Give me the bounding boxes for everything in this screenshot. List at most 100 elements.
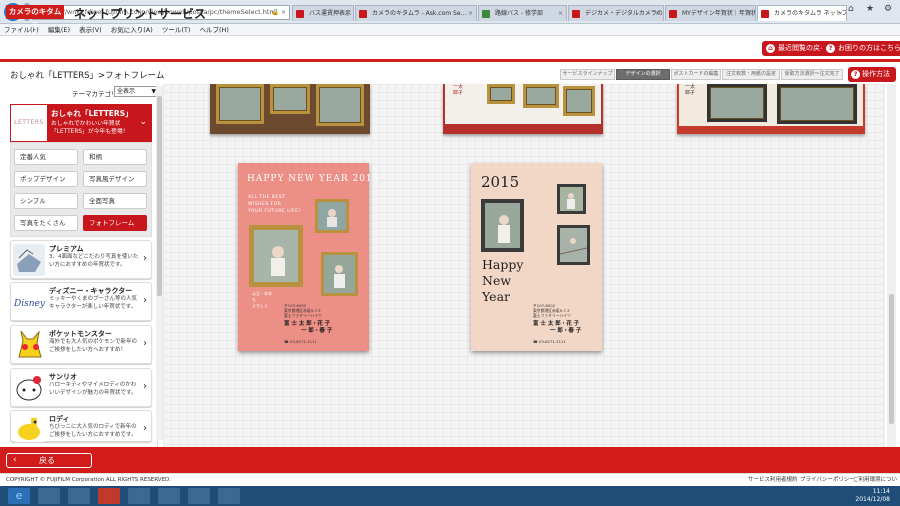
photo-frame-small (557, 184, 586, 214)
hello-kitty-icon (13, 372, 45, 404)
chevron-right-icon: › (143, 338, 147, 349)
card-tel: ☎ 03-6271-3111 (284, 339, 317, 344)
howto-button[interactable]: ? 操作方法 (848, 67, 896, 82)
tab-favicon (359, 10, 367, 18)
close-icon[interactable]: × (838, 6, 843, 21)
photo-frame-small (321, 252, 358, 296)
subcategory-japanese-pattern[interactable]: 和柄 (83, 149, 147, 165)
favorites-star-icon[interactable]: ★ (866, 4, 874, 14)
photo-frame-large (481, 199, 524, 252)
browser-tab[interactable]: MYデザイン年賀状｜年賀状... × (665, 5, 756, 21)
photo-frame (707, 84, 767, 122)
home-icon[interactable]: ⌂ (848, 4, 854, 14)
step-design-select: デザインの選択 (616, 69, 670, 80)
letters-title: おしゃれ「LETTERS」 (51, 109, 133, 118)
subcategory-pop[interactable]: ポップデザイン (14, 171, 78, 187)
menu-edit[interactable]: 編集(E) (48, 26, 70, 34)
pikachu-icon (13, 329, 45, 361)
chevron-right-icon: › (143, 295, 147, 306)
copyright-text: COPYRIGHT © FUJIFILM Corporation ALL RIG… (6, 477, 172, 483)
close-icon[interactable]: × (345, 6, 350, 21)
theme-rody[interactable]: ロディ ちびっこに大人気のロディで新年のご挨拶をしたい方におすすめです。 › (10, 410, 152, 442)
menu-help[interactable]: ヘルプ(H) (200, 26, 229, 34)
question-icon: ? (851, 70, 860, 79)
card-subtitle: ALL THE BEST WISHES FOR YOUR FUTURE LIFE! (248, 195, 301, 214)
browser-tab[interactable]: バス運賃押表示 - Ask.com S...× (292, 5, 354, 21)
media-icon[interactable] (98, 488, 120, 504)
window-icon[interactable] (188, 488, 210, 504)
browser-tab[interactable]: 路線バス - 修学部 × (478, 5, 567, 21)
disney-icon: Disney (13, 286, 46, 318)
premium-icon (13, 244, 45, 276)
photo-frame (563, 86, 595, 116)
photo-frame (777, 84, 857, 124)
explorer-icon[interactable] (38, 488, 60, 504)
card-greeting: Happy New Year (482, 257, 524, 304)
document-icon[interactable] (158, 488, 180, 504)
browser-tab[interactable]: カメラのキタムラ - Ask.com Se... × (355, 5, 477, 21)
close-icon[interactable]: × (468, 6, 473, 21)
files-icon[interactable] (128, 488, 150, 504)
tab-favicon (296, 10, 304, 18)
browser-tab[interactable]: デジカメ・デジタルカメラのことなら...× (568, 5, 664, 21)
chevron-right-icon: › (143, 253, 147, 264)
close-icon[interactable]: × (747, 6, 752, 21)
card-names: 富 士 太 郎・花 子一 郎・春 子 (284, 321, 333, 334)
footer-link-terms[interactable]: サービス利用者規約 (748, 474, 798, 486)
scrollbar-thumb[interactable] (889, 294, 894, 424)
design-thumbnail-top-1[interactable] (210, 84, 370, 134)
theme-category-select[interactable]: 全表示 ▼ (114, 86, 158, 97)
settings-gear-icon[interactable]: ⚙ (884, 4, 892, 14)
photo-frame (316, 84, 364, 126)
folder-icon[interactable] (68, 488, 90, 504)
card-address: 〒107-6002 東京都港区赤坂9-7-3 富士ファミリーハイツ (533, 303, 571, 318)
card-title: HAPPY NEW YEAR 2015 (247, 174, 380, 184)
svg-text:Disney: Disney (13, 299, 45, 309)
subcategory-standard[interactable]: 定番人気 (14, 149, 78, 165)
theme-pokemon[interactable]: ポケットモンスター 海外でも大人気のポケモンで新年のご挨拶をしたい方へおすすめ！… (10, 325, 152, 364)
design-card-beige-photoframe[interactable]: 2015 Happy New Year 〒107-6002 東京都港区赤坂9-7-3 富… (471, 163, 602, 351)
design-card-pink-photoframe[interactable]: HAPPY NEW YEAR 2015 ALL THE BEST WISHES F… (238, 163, 378, 351)
photo-frame (216, 84, 264, 124)
theme-disney[interactable]: Disney ディズニー・キャラクター ミッキーやくまのプーさん等の人気キャラク… (10, 282, 152, 321)
footer-link-privacy[interactable]: プライバシーポリシー (800, 474, 855, 486)
card-text: 一太郎子 (685, 84, 696, 96)
card-address: 〒107-6002 東京都港区赤坂9-7-3 富士ファミリーハイツ (284, 303, 322, 318)
letters-category[interactable]: LETTERS おしゃれ「LETTERS」 おしゃれでかわいい年賀状「LETTE… (10, 104, 152, 142)
card-year: 2015 (481, 173, 520, 191)
scrollbar-thumb[interactable] (157, 96, 162, 296)
subcategory-simple[interactable]: シンプル (14, 193, 78, 209)
subcategory-photo-style[interactable]: 写真風デザイン (83, 171, 147, 187)
card-text: 一太郎子 (453, 84, 464, 96)
menu-view[interactable]: 表示(V) (79, 26, 102, 34)
sidebar-scrollbar[interactable] (156, 86, 163, 440)
settings-icon[interactable] (218, 488, 240, 504)
design-thumbnail-top-2[interactable]: 一太郎子 (443, 84, 603, 134)
main-scrollbar[interactable] (887, 84, 896, 447)
design-thumbnail-top-3[interactable]: 一太郎子 (677, 84, 865, 134)
service-name: ネットプリントサービス (74, 7, 207, 21)
theme-category-label: テーマカテゴリ (72, 90, 118, 98)
browser-tab[interactable]: カメラのキタムラ ネットプリント...× (757, 5, 847, 21)
chevron-down-icon: ⌄ (139, 117, 147, 127)
card-message: 元旦・本年も よろしく (252, 291, 272, 308)
menu-favorites[interactable]: お気に入り(A) (111, 26, 153, 34)
kitamura-logo[interactable]: カメラのキタムラ (6, 5, 64, 30)
ie-icon[interactable]: e (8, 488, 30, 504)
taskbar-clock[interactable]: 11:14 2014/12/08 (855, 488, 890, 504)
photo-frame (487, 84, 515, 104)
chevron-right-icon: › (143, 423, 147, 434)
step-quantity-settings: 注文枚数・用紙の設定 (722, 69, 780, 80)
address-bar-icons[interactable]: 🔒 ✕ (272, 6, 286, 19)
close-icon[interactable]: × (558, 6, 563, 21)
subcategory-photo-frame[interactable]: フォトフレーム (83, 215, 147, 231)
home-icon: ⌂ (766, 44, 775, 53)
subcategory-full-photo[interactable]: 全面写真 (83, 193, 147, 209)
theme-premium[interactable]: プレミアム 3、4面面などこだわり写真を使いたい方におすすめの年賀状です。 › (10, 240, 152, 279)
subcategory-many-photos[interactable]: 写真をたくさん (14, 215, 78, 231)
help-button[interactable]: ? お困りの方はこちら (822, 41, 900, 56)
menu-tools[interactable]: ツール(T) (162, 26, 191, 34)
back-button[interactable]: ‹ 戻る (6, 453, 92, 468)
close-icon[interactable]: × (655, 6, 660, 21)
theme-sanrio[interactable]: サンリオ ハローキティやマイメロディのかわいいデザインが魅力の年賀状です。 › (10, 368, 152, 407)
